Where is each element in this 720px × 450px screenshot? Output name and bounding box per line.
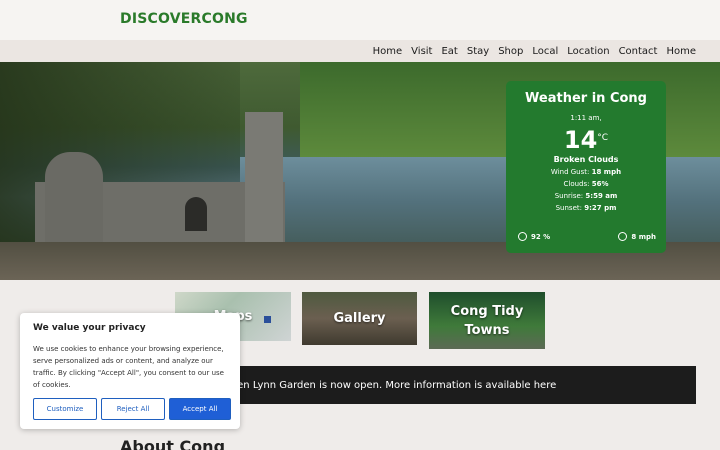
wind-value: 18 mph: [591, 168, 622, 176]
tile-gallery-label: Gallery: [333, 311, 386, 326]
wind-label: Wind Gust:: [550, 168, 590, 176]
weather-widget: Weather in Cong 1:11 am, 14°C Broken Clo…: [506, 81, 666, 253]
cookie-actions: Customize Reject All Accept All: [33, 398, 231, 420]
weather-wind-gust: Wind Gust: 18 mph: [506, 168, 666, 176]
header: DISCOVERCONG: [0, 0, 720, 40]
weather-footer: 92 % 8 mph: [518, 232, 656, 241]
reject-all-button[interactable]: Reject All: [101, 398, 165, 420]
sunrise-value: 5:59 am: [585, 192, 618, 200]
nav-eat[interactable]: Eat: [441, 46, 457, 57]
weather-time: 1:11 am,: [570, 114, 602, 122]
nav-visit[interactable]: Visit: [411, 46, 432, 57]
temperature-unit: °C: [597, 133, 609, 143]
humidity: 92 %: [518, 232, 550, 241]
hero-ruin: [35, 112, 285, 262]
cookie-text: We use cookies to enhance your browsing …: [33, 345, 224, 389]
nav-home-2[interactable]: Home: [666, 46, 696, 57]
ruin-tower: [245, 112, 283, 250]
clouds-value: 56%: [591, 180, 609, 188]
nav-local[interactable]: Local: [532, 46, 558, 57]
nav-location[interactable]: Location: [567, 46, 609, 57]
wind-icon: [618, 232, 628, 241]
site-logo[interactable]: DISCOVERCONG: [120, 11, 248, 27]
ruin-arch: [45, 152, 103, 250]
tile-tidy-towns-label: Cong Tidy Towns: [450, 303, 524, 338]
temperature-value: 14: [563, 126, 598, 154]
nav-home[interactable]: Home: [373, 46, 403, 57]
sunrise-label: Sunrise:: [554, 192, 584, 200]
tile-gallery[interactable]: Gallery: [302, 292, 417, 345]
weather-clouds: Clouds: 56%: [506, 180, 666, 188]
wind-speed-value: 8 mph: [631, 232, 656, 241]
nav-shop[interactable]: Shop: [498, 46, 523, 57]
announcement-banner[interactable]: een Lynn Garden is now open. More inform…: [215, 366, 696, 404]
weather-sunset: Sunset: 9:27 pm: [506, 204, 666, 212]
cookie-consent: We value your privacy We use cookies to …: [20, 313, 240, 429]
about-heading: About Cong: [120, 437, 226, 450]
sunset-label: Sunset:: [555, 204, 582, 212]
humidity-icon: [518, 232, 527, 241]
tile-tidy-towns[interactable]: Cong Tidy Towns: [429, 292, 545, 349]
customize-button[interactable]: Customize: [33, 398, 97, 420]
nav-list: Home Visit Eat Stay Shop Local Location …: [373, 40, 696, 62]
main-nav: Home Visit Eat Stay Shop Local Location …: [0, 40, 720, 62]
weather-condition: Broken Clouds: [553, 155, 619, 164]
map-marker-icon: [264, 316, 271, 323]
weather-sunrise: Sunrise: 5:59 am: [506, 192, 666, 200]
clouds-label: Clouds:: [563, 180, 590, 188]
sunset-value: 9:27 pm: [584, 204, 617, 212]
nav-contact[interactable]: Contact: [619, 46, 658, 57]
accept-all-button[interactable]: Accept All: [169, 398, 231, 420]
banner-text: een Lynn Garden is now open. More inform…: [231, 379, 557, 391]
wind-speed: 8 mph: [618, 232, 656, 241]
weather-title: Weather in Cong: [525, 91, 647, 106]
ruin-doorway: [185, 197, 207, 231]
nav-stay[interactable]: Stay: [467, 46, 489, 57]
cookie-title: We value your privacy: [33, 323, 146, 333]
weather-temperature: 14°C: [506, 128, 666, 152]
humidity-value: 92 %: [531, 232, 551, 241]
